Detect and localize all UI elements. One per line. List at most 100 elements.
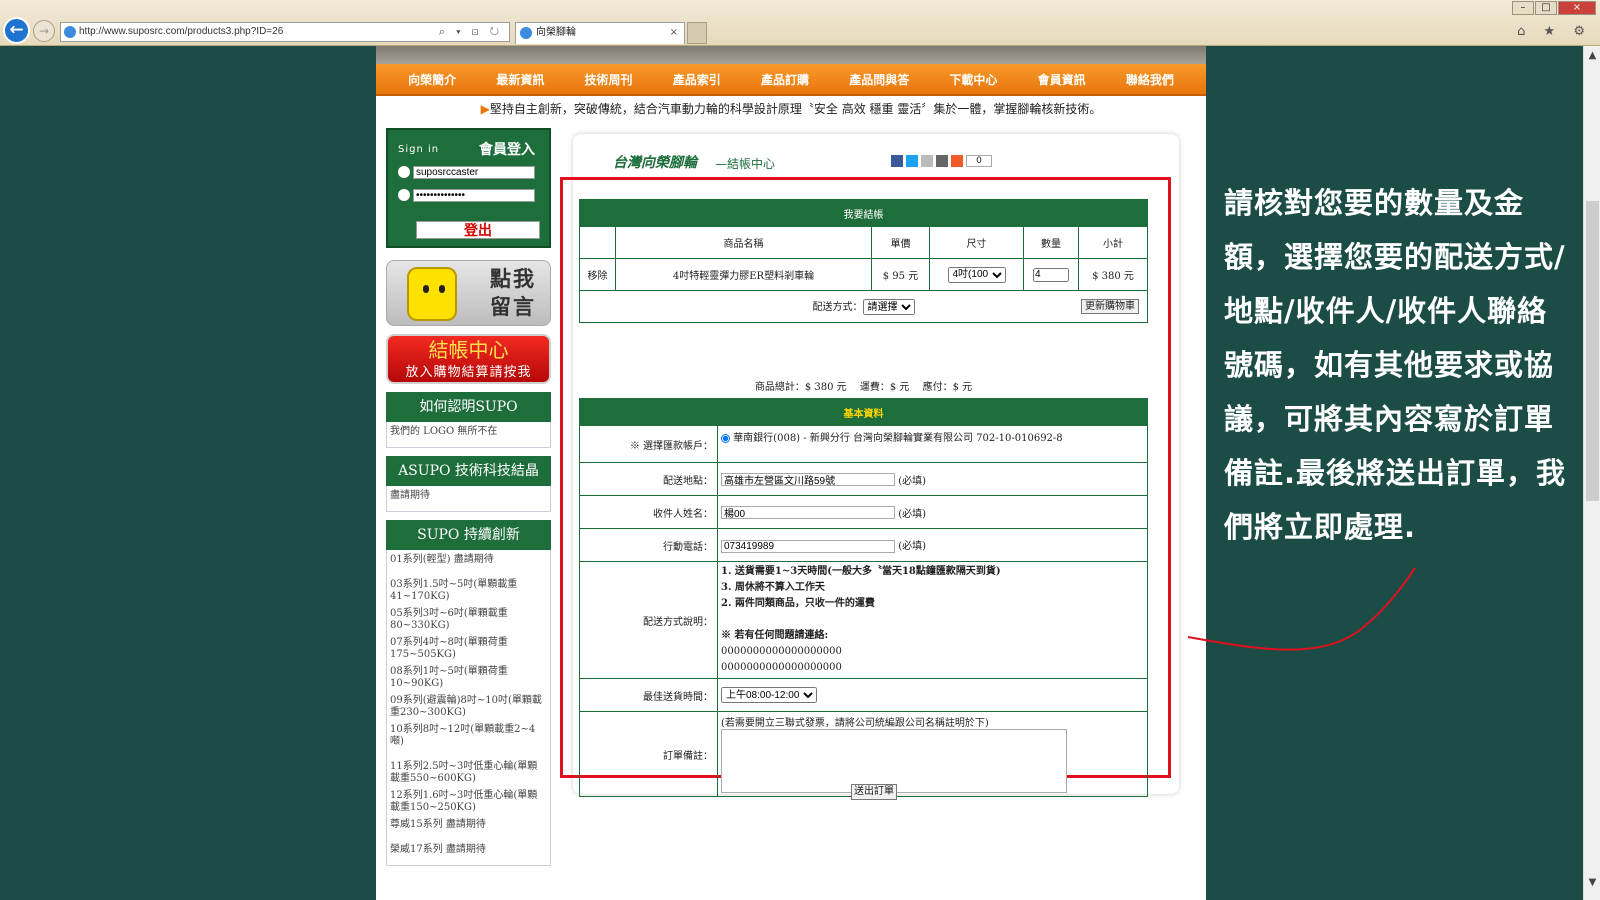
sidebar-link[interactable]: 12系列1.6吋~3吋低重心輪(單顆載重150~250KG) xyxy=(390,790,547,814)
signin-label: Sign in xyxy=(398,144,440,155)
cart-title: 我要結帳 xyxy=(579,199,1148,227)
close-tab-icon[interactable]: × xyxy=(670,23,678,43)
leave-message-button[interactable]: 點我留言 xyxy=(386,260,551,326)
sidebar-link[interactable]: 01系列(輕型) 盡請期待 xyxy=(390,554,547,566)
sidebar-link[interactable]: 05系列3吋~6吋(單顆載重80~330KG) xyxy=(390,608,547,632)
print-icon[interactable] xyxy=(936,155,948,167)
browser-tab[interactable]: 向榮腳輪 × xyxy=(515,22,685,44)
sidebar-link[interactable]: 11系列2.5吋~3吋低重心輪(單顆載重550~600KG) xyxy=(390,761,547,785)
column-header: 單價 xyxy=(871,226,930,259)
checkout-subtitle: —結帳中心 xyxy=(715,157,776,171)
slogan-text: 堅持自主創新，突破傳統，結合汽車動力輪的科學設計原理〝安全 高效 穩重 靈活〞集… xyxy=(489,102,1102,116)
home-favorites-settings-icons[interactable]: ⌂ ★ ⚙ xyxy=(1517,24,1592,39)
smiley-icon xyxy=(407,267,457,321)
address-input[interactable] xyxy=(721,472,895,486)
share-plus-icon[interactable] xyxy=(951,155,963,167)
login-title: 會員登入 xyxy=(479,142,535,158)
subtotal: $ 380 元 xyxy=(1078,258,1148,291)
menu-item[interactable]: 產品索引 xyxy=(673,71,721,88)
menu-item[interactable]: 產品訂購 xyxy=(761,71,809,88)
menu-item[interactable]: 下載中心 xyxy=(949,71,997,88)
size-cell: 4吋(100 xyxy=(929,258,1024,291)
sidebar-section-body: 我們的 LOGO 無所不在 xyxy=(386,422,551,448)
address-tools-icon[interactable]: ⌕ ▾ ⊡ ↻ xyxy=(439,23,503,41)
menu-item[interactable]: 聯絡我們 xyxy=(1126,71,1174,88)
size-select[interactable]: 4吋(100 xyxy=(947,266,1006,283)
shipping-method-select[interactable]: 請選擇 xyxy=(862,299,915,316)
column-header: 商品名稱 xyxy=(615,226,872,259)
checkout-header: 台灣向榮腳輪 —結帳中心 0 xyxy=(573,134,1179,174)
sidebar-link[interactable]: 盡請期待 xyxy=(390,490,547,502)
column-header: 小計 xyxy=(1078,226,1148,259)
sidebar-section-body: 盡請期待 xyxy=(386,486,551,512)
menu-item[interactable]: 最新資訊 xyxy=(496,71,544,88)
twitter-icon[interactable] xyxy=(906,155,918,167)
checkout-brand: 台灣向榮腳輪 xyxy=(613,155,697,171)
order-totals: 商品總計：$ 380 元 運費：$ 元 應付：$ 元 xyxy=(754,382,973,393)
page-scrollbar[interactable]: ▲ ▼ xyxy=(1583,46,1600,900)
phone-label: 行動電話： xyxy=(579,528,718,562)
minimize-icon[interactable]: – xyxy=(1512,1,1534,15)
sidebar-link[interactable]: 07系列4吋~8吋(單顆荷重175~505KG) xyxy=(390,637,547,661)
scroll-up-icon[interactable]: ▲ xyxy=(1584,50,1600,61)
new-tab-button[interactable] xyxy=(687,22,707,44)
mail-icon[interactable] xyxy=(921,155,933,167)
info-title: 基本資料 xyxy=(579,398,1148,426)
login-box: Sign in 會員登入 登出 xyxy=(386,128,551,248)
quantity-input[interactable] xyxy=(1033,267,1069,282)
phone-input[interactable] xyxy=(721,540,895,553)
left-sidebar: Sign in 會員登入 登出 點我留言 結帳中心 放入購物結算請按我 如何認明… xyxy=(386,128,551,866)
maximize-icon[interactable]: □ xyxy=(1535,1,1557,15)
shipping-note: 3. 周休將不算入工作天 xyxy=(721,582,825,593)
shipping-note: 2. 兩件同類商品，只收一件的運費 xyxy=(721,598,875,609)
username-input[interactable] xyxy=(413,165,535,179)
account-cell: 華南銀行(008) - 新興分行 台灣向榮腳輪實業有限公司 702-10-010… xyxy=(717,425,1148,463)
sidebar-link[interactable]: 我們的 LOGO 無所不在 xyxy=(390,426,547,438)
sidebar-section-title: SUPO 持續創新 xyxy=(386,520,551,550)
forward-button[interactable]: → xyxy=(33,20,55,42)
remove-link[interactable]: 移除 xyxy=(579,258,616,291)
triangle-icon: ▶ xyxy=(480,102,490,116)
tab-title: 向榮腳輪 xyxy=(536,27,576,38)
recipient-name-input[interactable] xyxy=(721,505,895,519)
recipient-name-label: 收件人姓名： xyxy=(579,495,718,529)
address-bar[interactable]: http://www.suposrc.com/products3.php?ID=… xyxy=(60,22,510,42)
logout-button[interactable]: 登出 xyxy=(416,221,540,239)
menu-item[interactable]: 會員資訊 xyxy=(1038,71,1086,88)
update-cart-button[interactable]: 更新購物車 xyxy=(1081,299,1139,314)
sidebar-section-body: 01系列(輕型) 盡請期待 03系列1.5吋~5吋(單顆載重41~170KG) … xyxy=(386,550,551,866)
address-label: 配送地點： xyxy=(579,462,718,496)
sidebar-link[interactable]: 10系列8吋~12吋(單顆載重2~4噸) xyxy=(390,724,547,748)
share-count: 0 xyxy=(966,155,992,167)
browser-chrome: ← → http://www.suposrc.com/products3.php… xyxy=(0,0,1600,46)
password-input[interactable] xyxy=(413,188,535,202)
info-table: 基本資料 ※ 選擇匯款帳戶： 華南銀行(008) - 新興分行 台灣向榮腳輪實業… xyxy=(579,398,1148,797)
web-page: 向榮簡介 最新資訊 技術周刊 產品索引 產品訂購 產品問與答 下載中心 會員資訊… xyxy=(376,46,1206,900)
sidebar-link[interactable]: 尊威15系列 盡請期待 xyxy=(390,819,547,831)
remark-cell: (若需要開立三聯式發票，請將公司統編跟公司名稱註明於下) xyxy=(717,711,1148,797)
checkout-center-button[interactable]: 結帳中心 放入購物結算請按我 xyxy=(386,334,551,384)
sidebar-link[interactable]: 03系列1.5吋~5吋(單顆載重41~170KG) xyxy=(390,579,547,603)
sidebar-link[interactable]: 08系列1吋~5吋(單顆荷重10~90KG) xyxy=(390,666,547,690)
share-bar: 0 xyxy=(891,154,995,167)
phone-cell: (必填) xyxy=(717,528,1148,562)
shipping-row: 配送方式： 請選擇 更新購物車 xyxy=(579,290,1148,323)
scroll-thumb[interactable] xyxy=(1586,201,1599,501)
menu-item[interactable]: 技術周刊 xyxy=(585,71,633,88)
delivery-time-select[interactable]: 上午08:00-12:00 xyxy=(721,687,817,703)
instruction-annotation: 請核對您要的數量及金額，選擇您要的配送方式/地點/收件人/收件人聯絡號碼，如有其… xyxy=(1224,186,1567,544)
menu-item[interactable]: 產品問與答 xyxy=(849,71,909,88)
close-window-icon[interactable]: × xyxy=(1558,1,1596,15)
menu-item[interactable]: 向榮簡介 xyxy=(408,71,456,88)
submit-order-button[interactable]: 送出訂單 xyxy=(851,784,897,800)
delivery-time-cell: 上午08:00-12:00 xyxy=(717,678,1148,712)
sidebar-link[interactable]: 榮威17系列 盡請期待 xyxy=(390,844,547,856)
scroll-down-icon[interactable]: ▼ xyxy=(1584,877,1600,888)
address-cell: (必填) xyxy=(717,462,1148,496)
column-header: 尺寸 xyxy=(929,226,1024,259)
account-radio[interactable] xyxy=(721,434,730,443)
facebook-icon[interactable] xyxy=(891,155,903,167)
cart-table: 我要結帳 商品名稱 單價 尺寸 數量 小計 移除 4吋特輕靈彈力膠ER塑料剎車輪… xyxy=(579,199,1148,323)
back-button[interactable]: ← xyxy=(3,17,30,44)
sidebar-link[interactable]: 09系列(避震輪)8吋~10吋(單顆載重230~300KG) xyxy=(390,695,547,719)
